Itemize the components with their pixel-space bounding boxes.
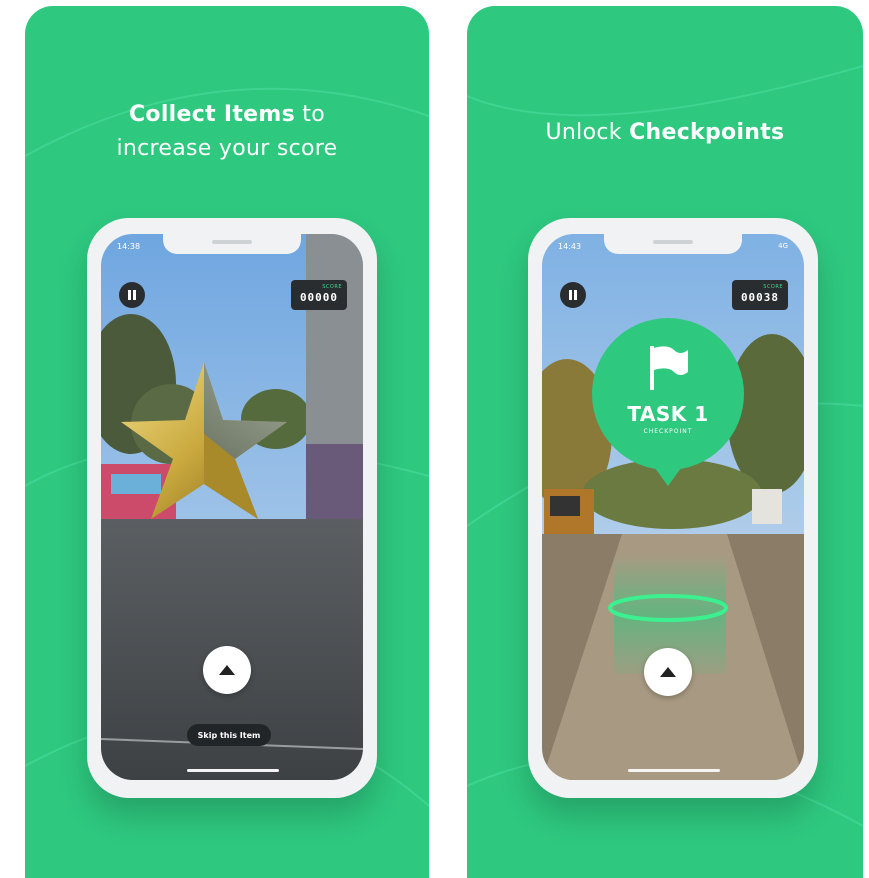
phone-mockup: 14:43 4G SCORE 00038 TASK 1 CHECKPOINT [528,218,818,798]
collect-button[interactable] [644,648,692,696]
skip-item-button[interactable]: Skip this Item [187,724,271,746]
score-value: 00038 [740,291,780,304]
ar-scene-illustration [101,234,363,780]
chevron-up-icon [660,667,676,677]
flag-icon [650,346,688,390]
score-label: SCORE [763,284,783,290]
ar-scene-illustration [542,234,804,780]
collect-button[interactable] [203,646,251,694]
pause-icon [569,290,577,300]
score-value: 00000 [299,291,339,304]
pause-button[interactable] [119,282,145,308]
phone-mockup: 14:38 SCORE 00000 Skip this Item [87,218,377,798]
phone-notch [604,234,742,254]
score-label: SCORE [322,284,342,290]
checkpoint-title: TASK 1 [627,402,709,426]
ar-camera-view: 14:43 4G SCORE 00038 TASK 1 CHECKPOINT [542,234,804,780]
headline-collect-items: Collect Items to increase your score [116,102,338,161]
promo-card-collect-items: Collect Items to increase your score 14:… [25,6,429,878]
status-time: 14:43 [558,242,582,251]
checkpoint-subtitle: CHECKPOINT [643,428,693,435]
promo-card-unlock-checkpoints: Unlock Checkpoints 14:43 4G SCORE 00038 … [467,6,863,878]
chevron-up-icon [219,665,235,675]
status-network: 4G [778,242,788,250]
ar-camera-view: 14:38 SCORE 00000 Skip this Item [101,234,363,780]
home-indicator [628,769,720,772]
headline-unlock-checkpoints: Unlock Checkpoints [545,120,785,145]
score-display: SCORE 00038 [732,280,788,310]
checkpoint-marker[interactable]: TASK 1 CHECKPOINT [592,318,744,470]
pause-button[interactable] [560,282,586,308]
status-time: 14:38 [117,242,141,251]
pause-icon [128,290,136,300]
score-display: SCORE 00000 [291,280,347,310]
home-indicator [187,769,279,772]
phone-notch [163,234,301,254]
